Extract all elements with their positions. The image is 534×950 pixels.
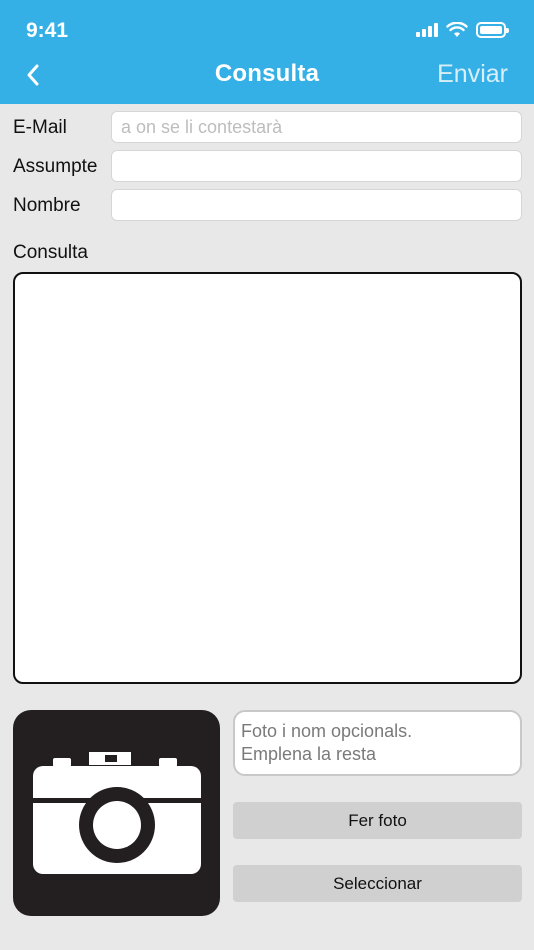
email-field[interactable] [111,111,522,143]
select-photo-button[interactable]: Seleccionar [233,865,522,902]
name-field[interactable] [111,189,522,221]
photo-note-line1: Foto i nom opcionals. [241,721,413,741]
subject-field[interactable] [111,150,522,182]
email-label: E-Mail [13,117,67,138]
photo-note-line2: Emplena la resta [241,744,377,764]
camera-icon [32,752,201,874]
status-icons [416,22,509,38]
top-bar: 9:41 Consulta Enviar [0,0,534,104]
wifi-icon [446,22,468,37]
query-textarea[interactable] [13,272,522,684]
battery-icon [476,22,509,38]
name-label: Nombre [13,195,81,216]
subject-label: Assumpte [13,156,98,177]
photo-note: Foto i nom opcionals. Emplena la resta [233,710,522,776]
status-time: 9:41 [26,19,69,42]
query-label: Consulta [13,242,88,263]
send-button[interactable]: Enviar [437,60,508,89]
cellular-signal-icon [416,23,438,37]
photo-preview[interactable] [13,710,220,916]
take-photo-button[interactable]: Fer foto [233,802,522,839]
